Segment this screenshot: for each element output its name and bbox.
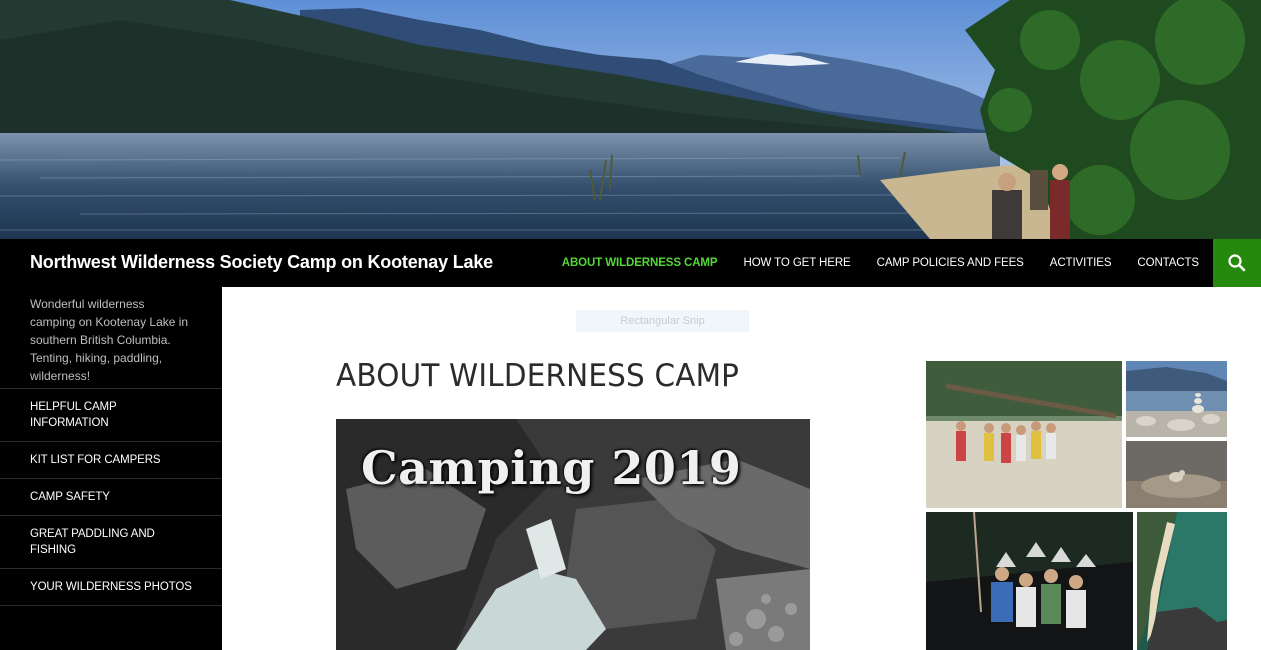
sidebar-list-item: YOUR WILDERNESS PHOTOS xyxy=(0,569,222,606)
sidebar-list-item: KIT LIST FOR CAMPERS xyxy=(0,442,222,479)
nav-item-activities[interactable]: ACTIVITIES xyxy=(1037,239,1125,287)
lake-landscape-photo xyxy=(0,0,1261,239)
gallery-photo[interactable] xyxy=(926,512,1133,650)
search-icon xyxy=(1228,254,1246,272)
search-toggle-button[interactable] xyxy=(1213,239,1261,287)
top-navigation-bar: Northwest Wilderness Society Camp on Koo… xyxy=(0,239,1261,287)
gallery-photo[interactable] xyxy=(1126,361,1227,437)
primary-menu: ABOUT WILDERNESS CAMP HOW TO GET HERE CA… xyxy=(549,239,1212,287)
gallery-photo[interactable] xyxy=(1126,441,1227,508)
sidebar-item-great-paddling-and-fishing[interactable]: GREAT PADDLING AND FISHING xyxy=(0,516,222,568)
sidebar-item-kit-list-for-campers[interactable]: KIT LIST FOR CAMPERS xyxy=(0,442,222,478)
sidebar-list-item: CAMP SAFETY xyxy=(0,479,222,516)
nav-item-contacts[interactable]: CONTACTS xyxy=(1124,239,1212,287)
gallery-photo[interactable] xyxy=(1137,512,1227,650)
sidebar-menu: HELPFUL CAMP INFORMATION KIT LIST FOR CA… xyxy=(0,389,222,606)
sidebar: Wonderful wilderness camping on Kootenay… xyxy=(0,287,222,650)
rock-cairn-lake-photo xyxy=(1126,361,1227,437)
beach-aerial-photo xyxy=(1137,512,1227,650)
nav-item-about-wilderness-camp[interactable]: ABOUT WILDERNESS CAMP xyxy=(549,239,731,287)
sidebar-item-your-wilderness-photos[interactable]: YOUR WILDERNESS PHOTOS xyxy=(0,569,222,605)
sidebar-list-item: HELPFUL CAMP INFORMATION xyxy=(0,389,222,442)
featured-image[interactable]: Camping 2019 xyxy=(336,419,810,650)
bird-on-rock-photo xyxy=(1126,441,1227,508)
sidebar-item-helpful-camp-information[interactable]: HELPFUL CAMP INFORMATION xyxy=(0,389,222,441)
sidebar-item-camp-safety[interactable]: CAMP SAFETY xyxy=(0,479,222,515)
sidebar-list-item: GREAT PADDLING AND FISHING xyxy=(0,516,222,569)
site-description: Wonderful wilderness camping on Kootenay… xyxy=(0,287,222,389)
nav-item-camp-policies-and-fees[interactable]: CAMP POLICIES AND FEES xyxy=(864,239,1037,287)
rectangular-snip-overlay[interactable]: Rectangular Snip xyxy=(576,310,749,332)
gallery-photo[interactable] xyxy=(926,361,1122,508)
nav-item-how-to-get-here[interactable]: HOW TO GET HERE xyxy=(730,239,863,287)
featured-image-caption: Camping 2019 xyxy=(361,441,742,495)
header-banner-image[interactable] xyxy=(0,0,1261,239)
campers-night-photo xyxy=(926,512,1133,650)
page-title: ABOUT WILDERNESS CAMP xyxy=(336,358,740,394)
site-title-link[interactable]: Northwest Wilderness Society Camp on Koo… xyxy=(30,252,493,273)
campers-lifting-log-photo xyxy=(926,361,1122,508)
